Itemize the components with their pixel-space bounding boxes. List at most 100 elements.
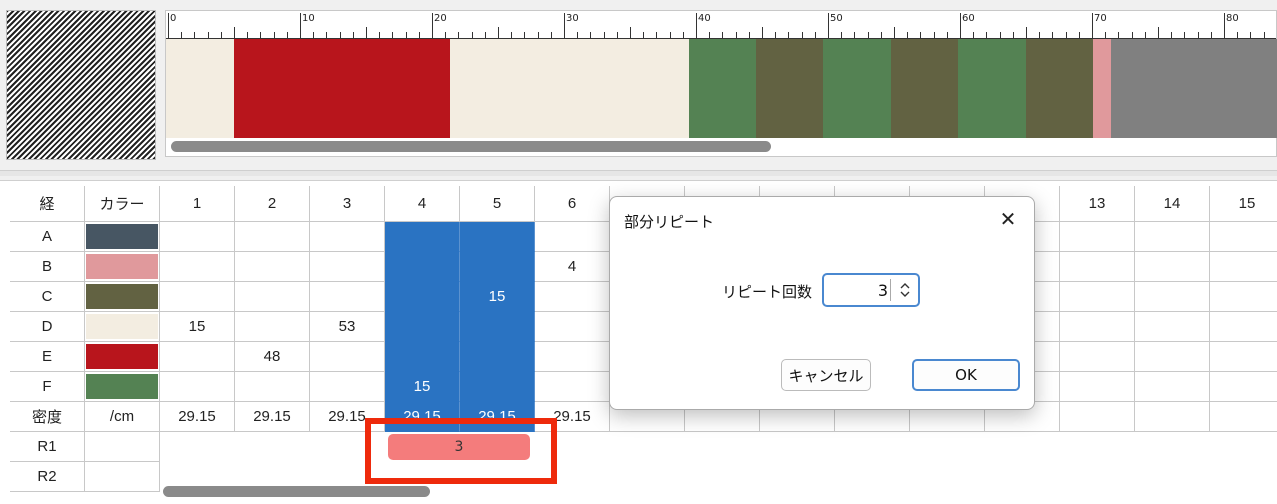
ruler-tick (1052, 32, 1054, 38)
column-header[interactable]: 6 (535, 186, 610, 222)
grid-cell[interactable] (235, 372, 310, 402)
column-header[interactable]: 1 (160, 186, 235, 222)
color-swatch[interactable] (85, 372, 160, 402)
header-color: カラー (85, 186, 160, 222)
grid-cell[interactable] (1210, 312, 1277, 342)
grid-cell[interactable] (160, 342, 235, 372)
density-cell[interactable] (1060, 402, 1135, 432)
grid-cell[interactable] (1135, 282, 1210, 312)
ruler-label: 60 (962, 13, 975, 24)
splitter[interactable] (0, 170, 1277, 176)
grid-cell[interactable] (1210, 372, 1277, 402)
color-swatch[interactable] (85, 342, 160, 372)
grid-cell[interactable]: 53 (310, 312, 385, 342)
grid-cell[interactable] (535, 372, 610, 402)
grid-cell[interactable] (1135, 222, 1210, 252)
grid-cell[interactable] (160, 222, 235, 252)
grid-cell[interactable] (1060, 342, 1135, 372)
column-header[interactable]: 5 (460, 186, 535, 222)
column-header[interactable]: 15 (1210, 186, 1277, 222)
grid-cell[interactable] (1210, 342, 1277, 372)
up-down-icon[interactable] (894, 278, 916, 302)
grid-cell[interactable] (310, 282, 385, 312)
ruler-tick (1012, 32, 1014, 38)
ok-button[interactable]: OK (912, 359, 1020, 391)
r1-color-cell (85, 432, 160, 462)
density-cell[interactable]: 29.15 (160, 402, 235, 432)
grid-cell[interactable] (1060, 372, 1135, 402)
grid-cell[interactable] (460, 312, 535, 342)
grid-cell[interactable] (160, 252, 235, 282)
color-swatch[interactable] (85, 252, 160, 282)
grid-cell[interactable] (385, 252, 460, 282)
grid-cell[interactable] (1135, 342, 1210, 372)
color-swatch-fill (86, 284, 158, 309)
column-header[interactable]: 3 (310, 186, 385, 222)
grid-cell[interactable] (1060, 252, 1135, 282)
density-cell[interactable] (1210, 402, 1277, 432)
grid-cell[interactable]: 4 (535, 252, 610, 282)
grid-cell[interactable]: 15 (160, 312, 235, 342)
grid-cell[interactable] (235, 252, 310, 282)
ruler-tick (1237, 32, 1239, 38)
grid-cell[interactable] (1210, 252, 1277, 282)
grid-cell[interactable] (460, 222, 535, 252)
stripe-segment (689, 39, 756, 138)
stripe-segment (1111, 39, 1277, 138)
column-header[interactable]: 2 (235, 186, 310, 222)
grid-cell[interactable] (535, 282, 610, 312)
highlight-box (365, 418, 557, 484)
grid-cell[interactable] (1210, 222, 1277, 252)
grid-cell[interactable] (385, 342, 460, 372)
grid-cell[interactable] (460, 342, 535, 372)
grid-cell[interactable] (460, 372, 535, 402)
grid-cell[interactable] (235, 222, 310, 252)
grid-cell[interactable] (160, 282, 235, 312)
grid-cell[interactable] (235, 282, 310, 312)
column-header[interactable]: 4 (385, 186, 460, 222)
ruler-tick (762, 27, 763, 38)
grid-cell[interactable] (1210, 282, 1277, 312)
grid-cell[interactable] (310, 372, 385, 402)
grid-cell[interactable] (1135, 372, 1210, 402)
ruler-tick (854, 32, 856, 38)
column-header[interactable]: 14 (1135, 186, 1210, 222)
repeat-count-stepper[interactable]: 3 (822, 273, 920, 307)
grid-cell[interactable]: 15 (385, 372, 460, 402)
ruler-tick (656, 32, 658, 38)
grid-cell[interactable]: 15 (460, 282, 535, 312)
color-swatch[interactable] (85, 312, 160, 342)
grid-cell[interactable] (1135, 312, 1210, 342)
grid-cell[interactable] (310, 342, 385, 372)
grid-cell[interactable]: 48 (235, 342, 310, 372)
grid-cell[interactable] (385, 222, 460, 252)
grid-cell[interactable] (310, 222, 385, 252)
grid-cell[interactable] (535, 312, 610, 342)
color-swatch[interactable] (85, 222, 160, 252)
grid-cell[interactable] (160, 372, 235, 402)
grid-cell[interactable] (1060, 312, 1135, 342)
grid-cell[interactable] (460, 252, 535, 282)
grid-scrollbar[interactable] (163, 486, 430, 497)
cancel-button[interactable]: キャンセル (781, 359, 871, 391)
color-swatch-fill (86, 374, 158, 399)
column-header[interactable]: 13 (1060, 186, 1135, 222)
grid-cell[interactable] (535, 222, 610, 252)
ruler-tick (1118, 32, 1120, 38)
color-swatch[interactable] (85, 282, 160, 312)
density-cell[interactable] (1135, 402, 1210, 432)
repeat-count-value[interactable]: 3 (832, 281, 888, 300)
grid-cell[interactable] (1060, 222, 1135, 252)
grid-cell[interactable] (1060, 282, 1135, 312)
grid-cell[interactable] (310, 252, 385, 282)
grid-cell[interactable] (385, 312, 460, 342)
ruler-tick (814, 32, 816, 38)
r1-label: R1 (10, 432, 85, 462)
density-cell[interactable]: 29.15 (235, 402, 310, 432)
grid-cell[interactable] (385, 282, 460, 312)
close-icon[interactable]: ✕ (996, 207, 1020, 231)
grid-cell[interactable] (1135, 252, 1210, 282)
preview-scrollbar[interactable] (171, 141, 771, 152)
grid-cell[interactable] (535, 342, 610, 372)
grid-cell[interactable] (235, 312, 310, 342)
